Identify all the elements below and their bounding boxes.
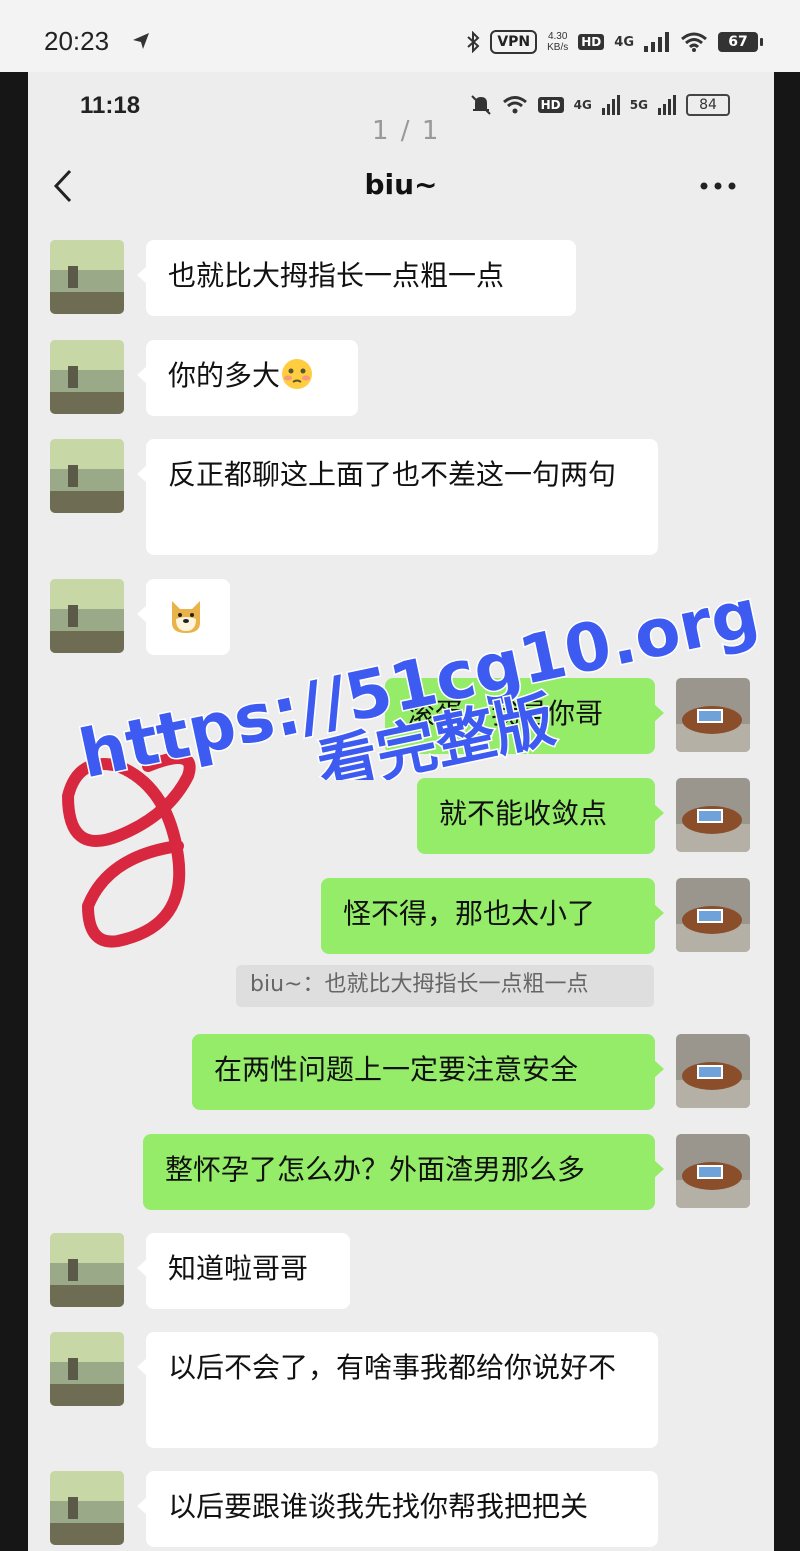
- quoted-message[interactable]: biu~：也就比大拇指长一点粗一点: [236, 965, 654, 1007]
- outer-status-icons: VPN 4.30 KB/s HD 4G 67: [466, 30, 763, 54]
- chat-title: biu~: [364, 168, 438, 201]
- contact-avatar[interactable]: [50, 340, 124, 414]
- vpn-badge: VPN: [490, 30, 538, 54]
- contact-avatar[interactable]: [50, 439, 124, 513]
- outer-status-bar: 20:23 VPN 4.30 KB/s HD 4G 67: [0, 0, 800, 72]
- message-bubble[interactable]: 以后要跟谁谈我先找你帮我把把关: [137, 1471, 658, 1547]
- message-bubble[interactable]: 就不能收敛点: [417, 778, 664, 854]
- flushed-face-emoji-icon: [282, 359, 313, 389]
- user-avatar[interactable]: [676, 878, 750, 952]
- message-bubble[interactable]: 滚蛋，我是你哥: [385, 678, 664, 754]
- doge-emoji-icon: [172, 601, 200, 633]
- message-bubble[interactable]: [137, 579, 230, 655]
- network-speed-unit: KB/s: [547, 42, 569, 53]
- network-speed-value: 4.30: [547, 31, 568, 42]
- mute-bell-icon: [470, 95, 491, 115]
- contact-avatar[interactable]: [50, 1233, 124, 1307]
- network-speed: 4.30 KB/s: [547, 31, 568, 53]
- message-text: 你的多大: [168, 359, 281, 392]
- chat-screen: 11:18 HD 4G 5G 84 1 / 1 biu~ 也就比大拇指长一点粗一…: [28, 72, 774, 1551]
- hd-badge: HD: [578, 34, 605, 50]
- outer-status-time: 20:23: [44, 26, 110, 56]
- user-avatar[interactable]: [676, 1034, 750, 1108]
- signal-bars-icon: [601, 95, 620, 115]
- inner-status-time: 11:18: [80, 92, 141, 119]
- contact-avatar[interactable]: [50, 1332, 124, 1406]
- contact-avatar[interactable]: [50, 1471, 124, 1545]
- inner-hd-badge: HD: [537, 97, 564, 113]
- signal-bars-icon-2: [658, 95, 676, 115]
- contact-avatar[interactable]: [50, 240, 124, 314]
- right-border: [774, 72, 800, 1551]
- message-bubble[interactable]: 也就比大拇指长一点粗一点: [137, 240, 576, 316]
- message-bubble[interactable]: 知道啦哥哥: [137, 1233, 350, 1309]
- message-bubble[interactable]: 整怀孕了怎么办？外面渣男那么多: [143, 1134, 664, 1210]
- inner-network-1: 4G: [573, 98, 592, 112]
- user-avatar[interactable]: [676, 678, 750, 752]
- page-counter: 1 / 1: [372, 116, 441, 146]
- user-avatar[interactable]: [676, 778, 750, 852]
- bluetooth-icon: [467, 31, 480, 53]
- network-type: 4G: [614, 34, 634, 50]
- signal-icon: [644, 32, 669, 52]
- inner-battery-icon: 84: [686, 94, 730, 116]
- message-bubble[interactable]: 你的多大: [137, 340, 358, 416]
- screenshot-frame: 20:23 VPN 4.30 KB/s HD 4G 67 11:18 HD 4G…: [0, 0, 800, 1551]
- user-avatar[interactable]: [676, 1134, 750, 1208]
- left-border: [0, 72, 28, 1551]
- location-arrow-icon: [133, 33, 149, 49]
- message-bubble[interactable]: 以后不会了，有啥事我都给你说好不: [137, 1332, 658, 1448]
- message-bubble[interactable]: 反正都聊这上面了也不差这一句两句: [137, 439, 658, 555]
- inner-network-2: 5G: [629, 98, 648, 112]
- wifi-icon: [681, 32, 707, 52]
- inner-wifi-icon: [502, 96, 527, 114]
- message-bubble[interactable]: 怪不得，那也太小了: [321, 878, 664, 954]
- inner-status-icons: HD 4G 5G 84: [470, 94, 730, 116]
- contact-avatar[interactable]: [50, 579, 124, 653]
- battery-icon: 67: [718, 32, 763, 52]
- more-dots-icon[interactable]: [698, 180, 738, 192]
- message-bubble[interactable]: 在两性问题上一定要注意安全: [192, 1034, 664, 1110]
